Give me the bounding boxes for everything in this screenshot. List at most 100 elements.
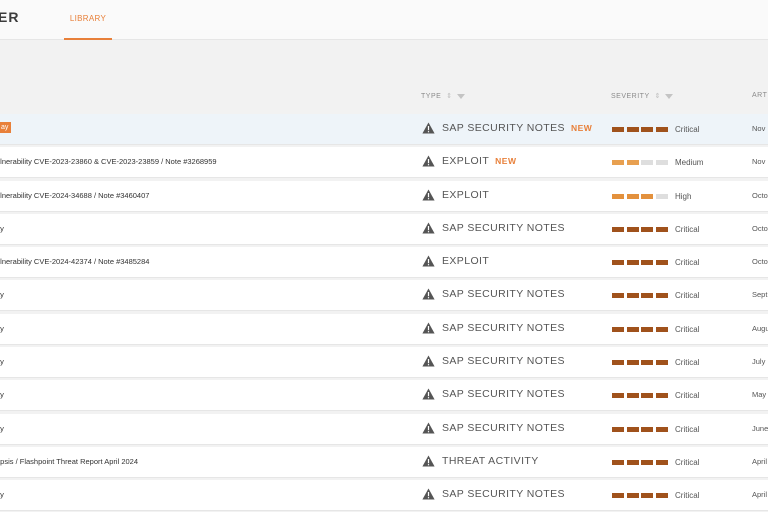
severity-label: High (675, 191, 692, 201)
severity-segment (612, 326, 624, 332)
warning-icon (422, 388, 435, 400)
severity-indicator: Critical (612, 491, 699, 500)
row-title[interactable]: apsis / Flashpoint Threat Report April 2… (0, 457, 138, 466)
severity-segment (612, 393, 624, 399)
severity-indicator: Medium (612, 158, 703, 167)
row-title[interactable]: ay (0, 122, 12, 133)
row-type: SAP SECURITY NOTES NEW (422, 122, 592, 134)
row-title[interactable]: ay (0, 324, 4, 333)
table-row[interactable]: ay SAP SECURITY NOTES Critical June (0, 413, 768, 444)
filter-icon[interactable] (665, 93, 673, 99)
row-type-label: SAP SECURITY NOTES (442, 122, 565, 134)
row-type-label: SAP SECURITY NOTES (442, 421, 565, 434)
table-row[interactable]: ay SAP SECURITY NOTES Critical Octo (0, 213, 768, 244)
top-bar: ER LIBRARY (0, 0, 768, 40)
severity-segment (641, 160, 653, 166)
row-title[interactable]: ay (0, 390, 4, 399)
severity-segment (612, 459, 624, 465)
severity-segment (641, 326, 653, 332)
severity-segment (655, 160, 668, 166)
severity-label: Critical (675, 358, 700, 368)
filter-icon[interactable] (456, 93, 465, 99)
sort-icon[interactable]: ⇕ (655, 92, 661, 100)
row-date: Sept (752, 290, 768, 300)
row-date: April (752, 456, 768, 466)
row-date: Octo (752, 223, 768, 233)
severity-segment (641, 226, 653, 232)
row-title[interactable]: ulnerability CVE-2024-42374 / Note #3485… (0, 257, 149, 266)
table-row[interactable]: ay SAP SECURITY NOTES Critical April (0, 480, 768, 511)
column-article[interactable]: ART (752, 92, 767, 99)
row-type: EXPLOIT NEW (422, 155, 517, 167)
severity-segment (626, 193, 639, 199)
row-type-label: SAP SECURITY NOTES (442, 321, 565, 334)
row-date: May (752, 390, 767, 400)
severity-segment (612, 426, 624, 432)
row-title[interactable]: ay (0, 224, 4, 233)
table-header: TYPE ⇕ SEVERITY ⇕ ART (0, 88, 768, 106)
row-type-label: SAP SECURITY NOTES (442, 488, 565, 501)
severity-segment (612, 293, 624, 299)
row-title[interactable]: ay (0, 490, 4, 499)
severity-segment (641, 260, 653, 266)
tab-library[interactable]: LIBRARY (64, 0, 112, 40)
table-row[interactable]: ay SAP SECURITY NOTES Critical Augu (0, 313, 768, 344)
severity-segment (612, 360, 624, 366)
row-title[interactable]: ay (0, 357, 4, 366)
row-type: SAP SECURITY NOTES (422, 322, 565, 334)
row-type: SAP SECURITY NOTES (422, 222, 565, 234)
severity-label: Critical (675, 457, 700, 467)
severity-segment (626, 426, 639, 432)
table-row[interactable]: ay SAP SECURITY NOTES NEW Critical Nov (0, 114, 768, 144)
table-row[interactable]: ay SAP SECURITY NOTES Critical Sept (0, 280, 768, 311)
severity-segment (655, 193, 668, 199)
severity-segment (655, 459, 668, 465)
row-date: July (752, 357, 766, 367)
sort-icon[interactable]: ⇕ (446, 92, 452, 100)
severity-segment (626, 493, 639, 499)
row-date: Nov (752, 124, 766, 133)
severity-indicator: High (612, 192, 691, 201)
table-row[interactable]: apsis / Flashpoint Threat Report April 2… (0, 446, 768, 477)
severity-segment (641, 393, 653, 399)
row-type: SAP SECURITY NOTES (422, 355, 565, 367)
severity-segment (626, 226, 639, 232)
row-date: June (752, 423, 768, 433)
row-type-label: SAP SECURITY NOTES (442, 288, 565, 301)
table-row[interactable]: ay SAP SECURITY NOTES Critical May (0, 380, 768, 411)
severity-segment (641, 426, 653, 432)
table-row[interactable]: ulnerability CVE-2023-23860 & CVE-2023-2… (0, 147, 768, 178)
row-type-label: EXPLOIT (442, 255, 490, 268)
table-row[interactable]: ay SAP SECURITY NOTES Critical July (0, 347, 768, 378)
severity-segment (626, 293, 639, 299)
severity-indicator: Critical (612, 125, 699, 134)
severity-segment (626, 127, 639, 132)
table-row[interactable]: ulnerability CVE-2024-34688 / Note #3460… (0, 180, 768, 211)
row-title[interactable]: ay (0, 424, 4, 433)
severity-label: Critical (675, 291, 700, 301)
row-date: Octo (752, 190, 768, 200)
severity-indicator: Critical (612, 425, 699, 434)
column-type[interactable]: TYPE ⇕ (421, 92, 465, 100)
severity-segment (655, 226, 668, 232)
row-title[interactable]: ulnerability CVE-2024-34688 / Note #3460… (0, 191, 149, 200)
severity-segment (612, 260, 624, 266)
severity-segment (641, 193, 653, 199)
severity-indicator: Critical (612, 325, 699, 334)
row-title[interactable]: ay (0, 290, 4, 299)
warning-icon (422, 322, 435, 334)
row-type: EXPLOIT (422, 189, 489, 201)
table-row[interactable]: ulnerability CVE-2024-42374 / Note #3485… (0, 247, 768, 278)
severity-indicator: Critical (612, 458, 699, 467)
warning-icon (422, 122, 435, 134)
severity-label: Critical (675, 125, 700, 134)
severity-label: Critical (675, 324, 700, 334)
row-title[interactable]: ulnerability CVE-2023-23860 & CVE-2023-2… (0, 157, 217, 166)
severity-segment (655, 493, 668, 499)
row-date: Augu (752, 323, 768, 333)
severity-segment (641, 493, 653, 499)
severity-indicator: Critical (612, 358, 699, 367)
column-severity[interactable]: SEVERITY ⇕ (611, 92, 673, 100)
severity-segment (655, 360, 668, 366)
row-type: SAP SECURITY NOTES (422, 288, 565, 300)
